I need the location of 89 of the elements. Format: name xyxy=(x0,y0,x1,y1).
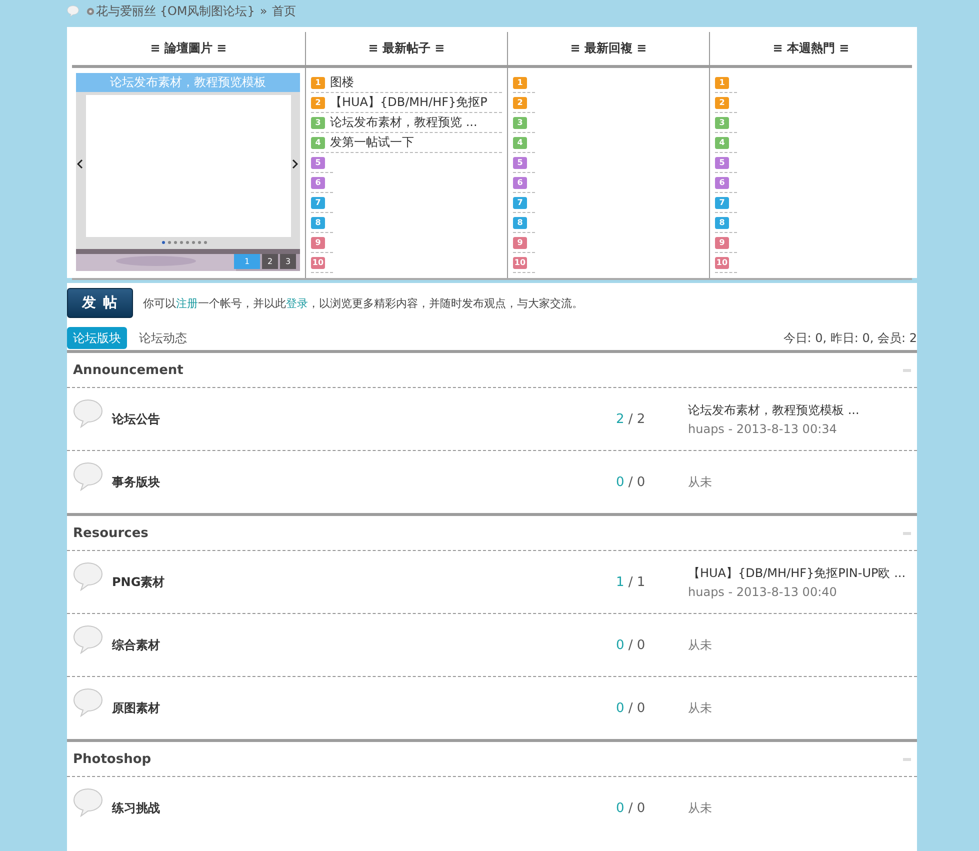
page-button[interactable]: 2 xyxy=(262,254,278,269)
rank-badge: 4 xyxy=(311,136,325,148)
slide-dot[interactable] xyxy=(192,241,195,244)
notice-text: 你可以注册一个帐号，并以此登录，以浏览更多精彩内容，并随时发布观点，与大家交流。 xyxy=(143,296,583,310)
last-post-link[interactable]: 【HUA】{DB/MH/HF}免抠PIN-UP欧 ... xyxy=(688,565,914,582)
forum-name[interactable]: 练习挑战 xyxy=(112,800,616,816)
collapse-icon[interactable] xyxy=(903,532,911,534)
rank-badge: 3 xyxy=(311,116,325,128)
last-post-text: 从未 xyxy=(688,800,713,816)
slide-dot[interactable] xyxy=(180,241,183,244)
rank-badge: 8 xyxy=(513,216,527,228)
rank-badge: 10 xyxy=(513,256,527,268)
forum-name[interactable]: 论坛公告 xyxy=(112,410,616,428)
last-post-text: 从未 xyxy=(688,700,713,716)
category-title[interactable]: Resources xyxy=(73,526,148,540)
speech-bubble-icon xyxy=(65,5,81,17)
speech-bubble-icon xyxy=(72,624,104,654)
last-post-byline: huaps - 2013-8-13 00:34 xyxy=(688,422,838,436)
post-count: 0 / 0 xyxy=(616,700,646,716)
rank-badge: 2 xyxy=(311,96,325,108)
rank-badge: 3 xyxy=(715,116,729,128)
rank-badge: 6 xyxy=(715,176,729,188)
rank-badge: 1 xyxy=(513,76,527,88)
rank-badge: 7 xyxy=(311,196,325,208)
post-count: 0 / 0 xyxy=(616,474,646,490)
forum-name[interactable]: 综合素材 xyxy=(112,636,616,654)
rank-badge: 8 xyxy=(715,216,729,228)
column-header: ≡ 最新回複 ≡ xyxy=(508,32,709,68)
slide-dot[interactable] xyxy=(186,241,189,244)
speech-bubble-icon xyxy=(72,398,104,428)
speech-bubble-icon xyxy=(72,787,104,817)
flower-icon xyxy=(86,6,95,16)
rank-badge: 4 xyxy=(715,136,729,148)
post-count: 2 / 2 xyxy=(616,412,646,426)
collapse-icon[interactable] xyxy=(903,368,911,372)
rank-badge: 9 xyxy=(715,236,729,248)
column-header: ≡ 最新帖子 ≡ xyxy=(306,32,507,68)
forum-name[interactable]: 原图素材 xyxy=(112,700,616,716)
rank-badge: 5 xyxy=(311,156,325,168)
rank-badge: 8 xyxy=(311,216,325,228)
rank-badge: 6 xyxy=(513,176,527,188)
last-post-link[interactable]: 论坛发布素材，教程预览模板 ... xyxy=(688,402,914,419)
rank-badge: 6 xyxy=(311,176,325,188)
post-count: 0 / 0 xyxy=(616,638,646,652)
breadcrumb-separator: » xyxy=(260,4,268,18)
slide-dot[interactable] xyxy=(204,241,207,244)
forum-name[interactable]: PNG素材 xyxy=(112,574,616,590)
collapse-icon[interactable] xyxy=(903,758,911,760)
rank-badge: 3 xyxy=(513,116,527,128)
rank-badge: 2 xyxy=(513,96,527,108)
rank-badge: 10 xyxy=(715,256,729,268)
rank-badge: 4 xyxy=(513,136,527,148)
column-header: ≡ 本週熱門 ≡ xyxy=(710,32,912,68)
slide-dot[interactable] xyxy=(162,241,165,244)
rank-badge: 9 xyxy=(513,236,527,248)
rank-badge: 5 xyxy=(513,156,527,168)
rank-badge: 7 xyxy=(715,196,729,208)
last-post-text: 从未 xyxy=(688,474,713,490)
thread-link[interactable]: 论坛发布素材，教程预览 ... xyxy=(330,114,478,131)
forum-name[interactable]: 事务版块 xyxy=(112,474,616,490)
rank-badge: 7 xyxy=(513,196,527,208)
rank-badge: 1 xyxy=(715,76,729,88)
page-button[interactable]: 3 xyxy=(280,254,296,269)
post-count: 1 / 1 xyxy=(616,574,646,590)
column-header: ≡ 論壇圖片 ≡ xyxy=(72,32,305,68)
rank-badge: 9 xyxy=(311,236,325,248)
rank-badge: 5 xyxy=(715,156,729,168)
speech-bubble-icon xyxy=(72,461,104,491)
slide-dot[interactable] xyxy=(168,241,171,244)
category-title[interactable]: Photoshop xyxy=(73,752,152,766)
slide-dot[interactable] xyxy=(198,241,201,244)
category-title[interactable]: Announcement xyxy=(73,362,184,378)
speech-bubble-icon xyxy=(72,561,104,591)
last-post-byline: huaps - 2013-8-13 00:40 xyxy=(688,585,838,599)
slide-dot[interactable] xyxy=(174,241,177,244)
thread-link[interactable]: 【HUA】{DB/MH/HF}免抠P xyxy=(330,94,488,111)
thread-link[interactable]: 发第一帖试一下 xyxy=(330,134,414,151)
speech-bubble-icon xyxy=(72,687,104,717)
stats-text: 今日: 0, 昨日: 0, 会员: 2 xyxy=(783,330,917,346)
site-link[interactable]: 花与爱丽丝 {OM风制图论坛} xyxy=(96,2,255,20)
tab[interactable]: 论坛动态 xyxy=(133,327,193,349)
thread-link[interactable]: 图楼 xyxy=(330,74,354,91)
rank-badge: 10 xyxy=(311,256,325,268)
new-post-button[interactable]: 发 帖 xyxy=(67,288,133,318)
home-link[interactable]: 首页 xyxy=(272,2,296,20)
rank-badge: 1 xyxy=(311,76,325,88)
rank-badge: 2 xyxy=(715,96,729,108)
post-count: 0 / 0 xyxy=(616,800,646,816)
last-post-text: 从未 xyxy=(688,636,713,654)
